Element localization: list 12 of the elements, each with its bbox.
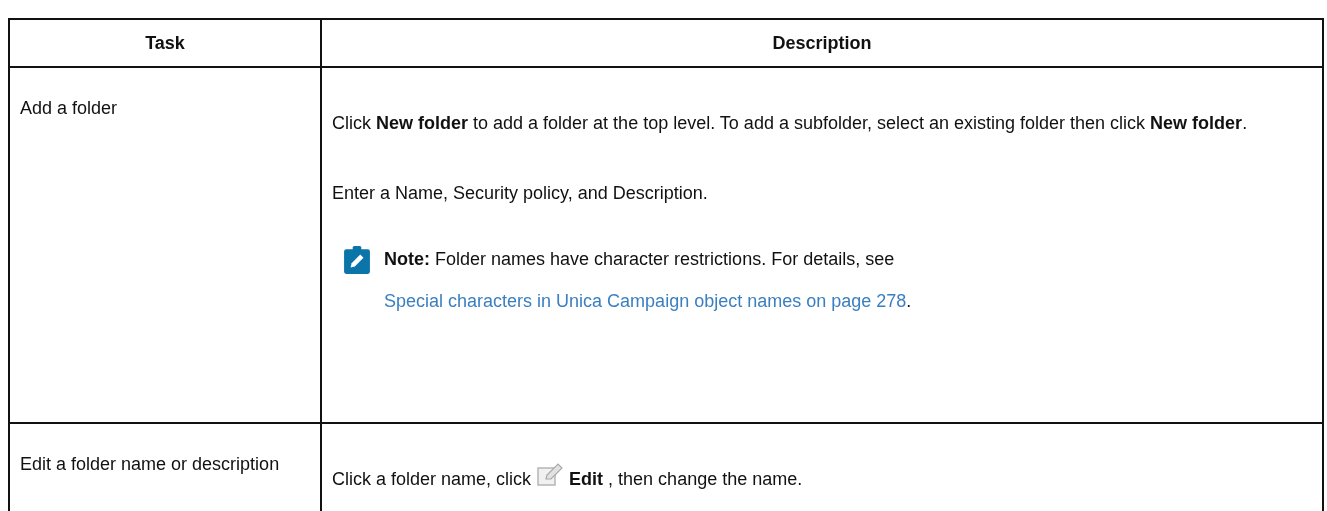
description-text: Click New folder to add a folder at the top level. To add a subfolder, select an existing folder then click New folder.	[332, 112, 1249, 135]
description-text: Enter a Name, Security policy, and Description.	[332, 182, 709, 205]
task-text: Edit a folder name or description	[20, 454, 280, 474]
note-pencil-icon	[344, 246, 370, 274]
column-header: Task	[9, 19, 321, 67]
note-text: Note: Folder names have character restrictions. For details, see Special characters in Unica Campaign object names on page 278.	[384, 248, 913, 313]
description-text: Edit , then change the name.	[569, 468, 803, 491]
edit-pencil-icon	[537, 463, 564, 487]
column-header: Description	[321, 19, 1323, 67]
page-link[interactable]: Special characters in Unica Campaign object names on page 278	[384, 291, 907, 311]
task-text: Add a folder	[20, 98, 118, 118]
description-text: Click a folder name, click	[332, 468, 532, 491]
